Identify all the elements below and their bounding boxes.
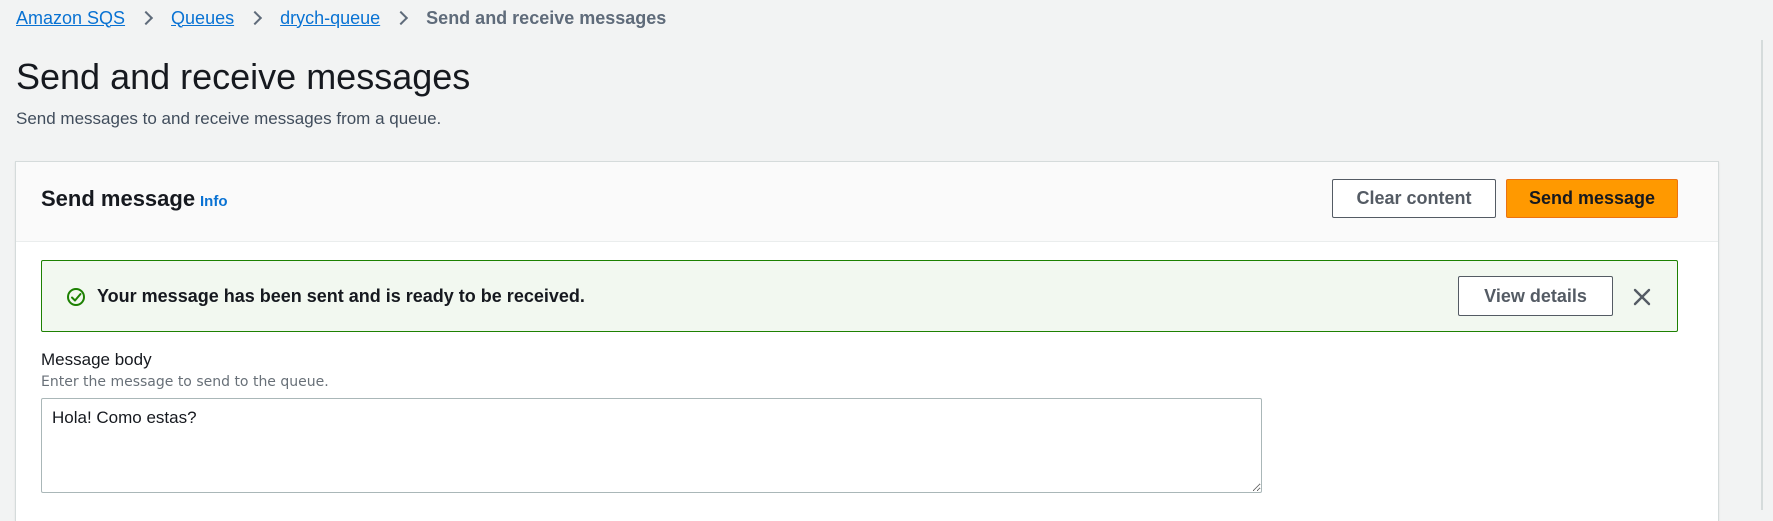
breadcrumb-current: Send and receive messages: [426, 7, 667, 28]
panel-header: Send message Info Clear content Send mes…: [16, 162, 1718, 242]
message-body-textarea[interactable]: Hola! Como estas?: [41, 398, 1262, 493]
chevron-right-icon: [394, 10, 409, 26]
scrollbar-track[interactable]: [1761, 40, 1763, 510]
info-link[interactable]: Info: [200, 193, 228, 210]
send-message-panel: Send message Info Clear content Send mes…: [15, 161, 1719, 521]
breadcrumb-amazon-sqs[interactable]: Amazon SQS: [16, 8, 125, 29]
clear-content-button[interactable]: Clear content: [1332, 179, 1496, 218]
message-body-label: Message body: [41, 350, 152, 369]
breadcrumb-queues[interactable]: Queues: [171, 8, 234, 29]
breadcrumb: Amazon SQS Queues drych-queue Send and r…: [16, 6, 666, 30]
chevron-right-icon: [248, 10, 263, 26]
alert-message: Your message has been sent and is ready …: [97, 286, 585, 306]
success-alert: Your message has been sent and is ready …: [41, 260, 1678, 332]
message-body-description: Enter the message to send to the queue.: [41, 374, 329, 390]
check-circle-icon: [67, 288, 85, 306]
panel-title: Send message: [41, 186, 196, 211]
page-description: Send messages to and receive messages fr…: [16, 109, 442, 128]
page-title: Send and receive messages: [16, 56, 471, 97]
view-details-button[interactable]: View details: [1458, 276, 1613, 316]
breadcrumb-queue-name[interactable]: drych-queue: [280, 8, 380, 29]
send-message-button[interactable]: Send message: [1506, 179, 1678, 218]
chevron-right-icon: [138, 10, 154, 26]
close-icon[interactable]: [1631, 286, 1653, 308]
